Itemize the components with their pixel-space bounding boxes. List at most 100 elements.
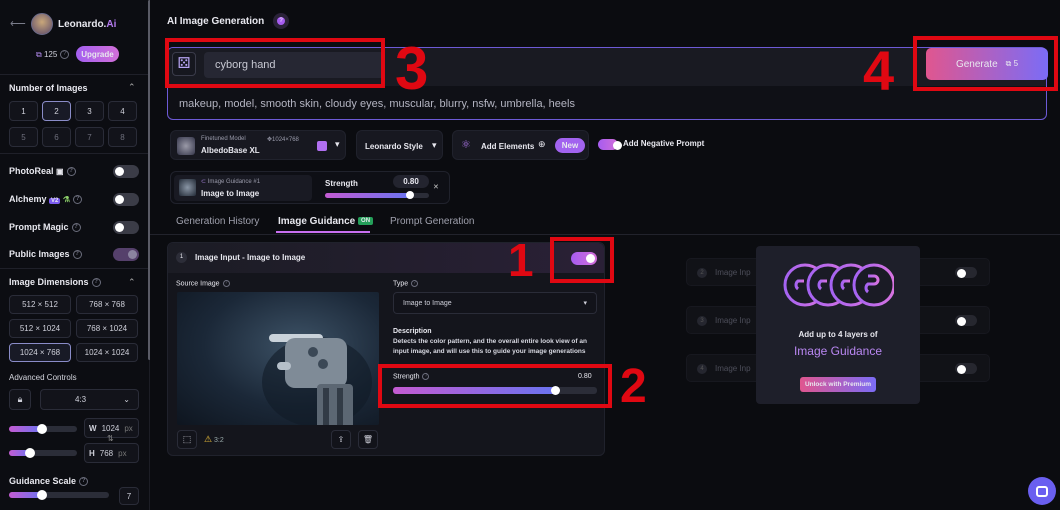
crop-button[interactable]: ⬚ [177, 430, 197, 449]
close-icon[interactable]: ✕ [433, 183, 439, 191]
help-icon[interactable]: ? [91, 278, 101, 288]
add-elements-button[interactable]: ⚛ Add Elements ⊕ New [452, 130, 589, 160]
delete-button[interactable]: 🗑︎ [358, 430, 378, 449]
num-images-option[interactable]: 2 [42, 101, 71, 121]
model-info-icon[interactable] [317, 141, 327, 151]
unlock-premium-button[interactable]: Unlock with Premium [800, 377, 876, 392]
upload-button[interactable]: ⇪ [331, 430, 351, 449]
image-dimensions-label: Image Dimensions? [9, 277, 101, 288]
avatar[interactable] [31, 13, 53, 35]
guidance-layers-icon [783, 263, 894, 307]
photoreal-toggle[interactable] [113, 165, 139, 178]
dimension-option[interactable]: 1024 × 1024 [76, 343, 138, 362]
guidance-value[interactable]: 7 [119, 487, 139, 505]
dimension-option[interactable]: 1024 × 768 [9, 343, 71, 362]
negative-prompt-label: Add Negative Prompt [623, 139, 705, 148]
num-images-option[interactable]: 1 [9, 101, 38, 121]
ghost-row-number: 2 [697, 268, 707, 278]
num-images-option[interactable]: 6 [42, 127, 71, 147]
chevron-up-icon[interactable]: ⌃ [128, 82, 136, 93]
annotation-number-1: 1 [508, 234, 534, 286]
prompt-magic-label: Prompt Magic? [9, 222, 81, 233]
help-icon[interactable]: ? [60, 50, 70, 60]
robot-hand-illustration [262, 334, 372, 425]
alchemy-badge: V2 [49, 198, 61, 204]
photoreal-label: PhotoReal ▣? [9, 166, 76, 177]
ratio-warning: ⚠ 3:2 [204, 434, 224, 445]
annotation-box-3 [165, 38, 385, 88]
annotation-number-4: 4 [863, 39, 895, 102]
style-label: Leonardo Style [365, 142, 423, 151]
tabs-divider [150, 234, 1060, 235]
swap-icon[interactable]: ⇅ [107, 434, 114, 443]
upgrade-button[interactable]: Upgrade [76, 46, 119, 62]
ghost-row-toggle [955, 315, 977, 326]
model-selector[interactable]: Finetuned Model ✥1024×768 AlbedoBase XL … [170, 130, 346, 160]
divider [0, 268, 149, 269]
tab-image-guidance[interactable]: Image Guidance ON [278, 216, 374, 227]
chevron-down-icon: ▾ [432, 140, 437, 150]
aspect-ratio-select[interactable]: 4:3 ⌄ [40, 389, 139, 410]
help-icon[interactable]: ? [72, 250, 82, 260]
help-icon[interactable]: ? [222, 280, 230, 287]
guidance-caption-text: Image Guidance #1 [207, 179, 261, 185]
num-images-option[interactable]: 3 [75, 101, 104, 121]
camera-icon: ▣ [56, 167, 64, 176]
width-slider-knob[interactable] [37, 424, 47, 434]
dimension-option[interactable]: 768 × 768 [76, 295, 138, 314]
chevron-up-icon[interactable]: ⌃ [128, 277, 136, 288]
px-unit: px [118, 448, 127, 458]
brand-name: Leonardo. [58, 19, 107, 30]
public-images-toggle[interactable] [113, 248, 139, 261]
annotation-number-3: 3 [395, 35, 429, 102]
guidance-slider-knob[interactable] [37, 490, 47, 500]
description-text: Detects the color pattern, and the overa… [393, 338, 587, 355]
prompt-magic-toggle[interactable] [113, 221, 139, 234]
chevron-down-icon[interactable]: ▾ [335, 139, 340, 150]
link-icon: ⊂ [201, 179, 207, 185]
photoreal-text: PhotoReal [9, 166, 54, 176]
num-images-option[interactable]: 5 [9, 127, 38, 147]
type-select[interactable]: Image to Image ▾ [393, 292, 597, 314]
num-images-option[interactable]: 4 [108, 101, 137, 121]
chip-strength-knob[interactable] [406, 191, 414, 199]
promo-line2: Image Guidance [793, 344, 883, 358]
help-icon[interactable]: ? [411, 280, 419, 287]
height-slider-knob[interactable] [25, 448, 35, 458]
negative-prompt-toggle[interactable] [598, 139, 622, 150]
ghost-row-toggle [955, 363, 977, 374]
new-badge: New [555, 138, 585, 153]
dimension-option[interactable]: 512 × 1024 [9, 319, 71, 338]
style-selector[interactable]: Leonardo Style ▾ [356, 130, 443, 160]
height-field[interactable]: H 768 px [84, 443, 139, 463]
source-image[interactable] [177, 292, 379, 425]
chat-button[interactable] [1028, 477, 1056, 505]
num-images-option[interactable]: 7 [75, 127, 104, 147]
help-icon[interactable]: ? [79, 477, 89, 487]
help-icon[interactable]: ? [71, 223, 81, 233]
brand-suffix: Ai [106, 19, 117, 30]
tab-prompt-generation[interactable]: Prompt Generation [390, 216, 475, 227]
chat-icon [1036, 485, 1048, 497]
help-icon[interactable]: ? [73, 195, 83, 205]
alchemy-toggle[interactable] [113, 193, 139, 206]
advanced-controls-label: Advanced Controls [9, 373, 77, 382]
type-text: Type [393, 280, 409, 288]
guidance-caption: ⊂ Image Guidance #1 [201, 178, 260, 185]
ghost-row-toggle [955, 267, 977, 278]
tab-active-underline [276, 231, 370, 233]
back-arrow-icon[interactable]: ⟵ [10, 17, 26, 30]
add-elements-label: Add Elements [481, 142, 535, 151]
help-icon[interactable]: ? [273, 13, 289, 29]
lock-button[interactable]: 🔒︎ [9, 389, 31, 410]
ghost-row-label: Image Inp [715, 268, 751, 277]
ghost-row-number: 4 [697, 364, 707, 374]
dimension-option[interactable]: 512 × 512 [9, 295, 71, 314]
prompt-magic-text: Prompt Magic [9, 222, 69, 232]
help-icon[interactable]: ? [66, 167, 76, 177]
dimension-option[interactable]: 768 × 1024 [76, 319, 138, 338]
num-images-option[interactable]: 8 [108, 127, 137, 147]
guidance-chip[interactable]: ⊂ Image Guidance #1 Image to Image Stren… [170, 171, 450, 204]
tab-generation-history[interactable]: Generation History [176, 216, 259, 227]
negative-prompt-input[interactable]: makeup, model, smooth skin, cloudy eyes,… [179, 98, 1039, 110]
